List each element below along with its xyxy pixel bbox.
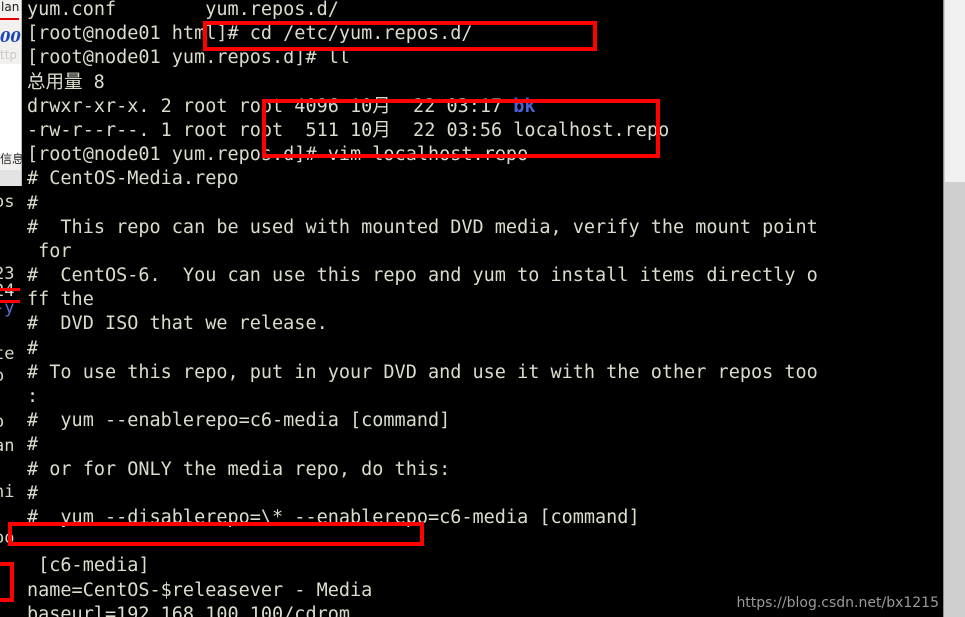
browser-blue-text-fragment: 00 [0,28,21,46]
browser-tab-label-fragment[interactable]: lan [1,0,19,14]
terminal-line: 总用量 8 [27,71,105,93]
sliver-text-fragment: oo [0,528,15,548]
terminal-line: # CentOS-Media.repo [27,168,239,190]
sliver-text-fragment: os [0,192,15,212]
terminal-line: # [27,482,39,504]
sliver-text-fragment: te [0,344,15,364]
terminal-line: # [27,192,39,214]
terminal-line: [c6-media] [27,555,150,577]
terminal-line: [root@node01 yum.repos.d]# ll [27,47,351,69]
terminal-line: # yum --disablerepo=\* --enablerepo=c6-m… [27,506,640,528]
browser-red-underline-fragment [0,18,19,20]
terminal-line: # yum --enablerepo=c6-media [command] [27,410,451,432]
vertical-scrollbar[interactable] [943,0,965,617]
sliver-text-fragment: o [0,412,4,432]
sliver-text-fragment: an [0,436,15,456]
background-browser-window-sliver[interactable]: lan 00 ttp 信息 os 23 24 -y te o o an ni o… [0,0,22,617]
sliver-text-fragment: -y [0,298,15,318]
sliver-terminal-overlap: os 23 24 -y te o o an ni oo [0,186,22,617]
terminal-line: ff the [27,289,94,311]
terminal-line: # or for ONLY the media repo, do this: [27,458,451,480]
terminal-line: # [27,434,39,456]
sliver-text-fragment: ni [0,482,15,502]
terminal-line: [root@node01 html]# cd /etc/yum.repos.d/ [27,23,473,45]
terminal-line: for [27,240,72,262]
terminal-line: # To use this repo, put in your DVD and … [27,361,818,383]
terminal-line: # [27,337,39,359]
browser-footer-fragment [0,170,21,186]
browser-chinese-text-fragment: 信息 [0,152,22,166]
terminal-line: # CentOS-6. You can use this repo and yu… [27,265,818,287]
terminal-line: -rw-r--r--. 1 root root 511 10月 22 03:56… [27,119,670,141]
terminal-text-area[interactable]: yum.conf yum.repos.d/ [root@node01 html]#… [22,0,943,617]
terminal-line: [root@node01 yum.repos.d]# vim localhost… [27,144,529,166]
terminal-line: yum.conf yum.repos.d/ [27,0,339,20]
terminal-window[interactable]: yum.conf yum.repos.d/ [root@node01 html]#… [22,0,943,617]
sliver-text-fragment: o [0,366,4,386]
watermark-text: https://blog.csdn.net/bx1215 [736,595,939,611]
terminal-line: : [27,386,39,407]
terminal-line: # DVD ISO that we release. [27,313,328,335]
terminal-line: # This repo can be used with mounted DVD… [27,216,818,238]
directory-entry-name: bk [513,95,536,117]
scrollbar-thumb[interactable] [945,0,965,182]
browser-url-text-fragment: ttp [0,48,18,62]
terminal-line: drwxr-xr-x. 2 root root 4096 10月 22 03:1… [27,95,536,117]
browser-content-panel-fragment [0,64,21,154]
